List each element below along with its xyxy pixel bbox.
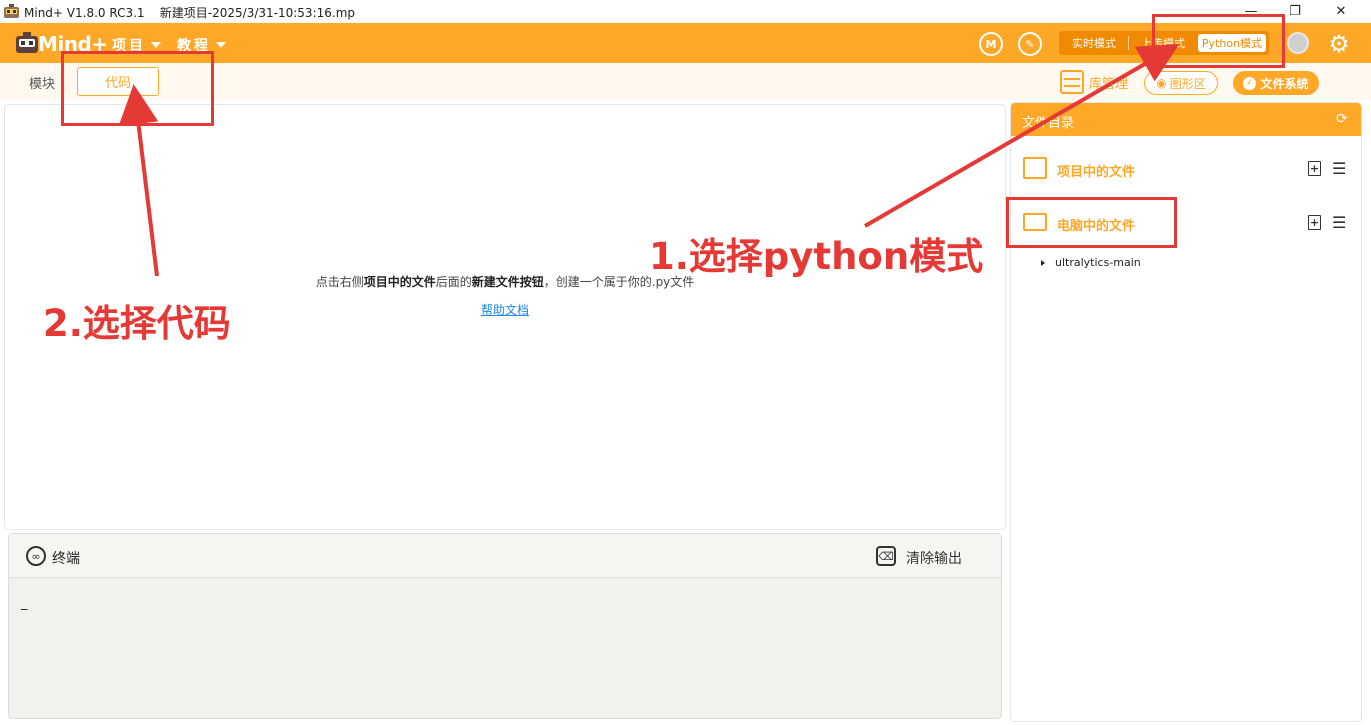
device-connect-icon[interactable]: M [979, 32, 1003, 56]
hint-new-file-button: 新建文件按钮 [471, 275, 544, 289]
target-icon: ◉ [1156, 76, 1167, 90]
tree-folder-item[interactable]: ultralytics-main [1041, 256, 1141, 269]
window-title: Mind+ V1.8.0 RC3.1 新建项目-2025/3/31-10:53:… [24, 6, 356, 20]
library-icon [1060, 70, 1084, 94]
hint-project-files: 项目中的文件 [363, 275, 436, 289]
file-system-button[interactable]: ✓ 文件系统 [1233, 71, 1319, 95]
file-panel-title: 文件目录 [1022, 116, 1075, 131]
annotation-box-python [1152, 14, 1285, 68]
close-button[interactable]: ✕ [1318, 0, 1364, 23]
chevron-down-icon [151, 42, 161, 48]
annotation-box-computer-files [1006, 197, 1177, 248]
graph-area-button[interactable]: ◉ 图形区 [1144, 71, 1218, 95]
caret-right-icon [1041, 259, 1045, 266]
realtime-mode-button[interactable]: 实时模式 [1063, 34, 1125, 52]
menu-icon[interactable]: ☰ [1332, 161, 1346, 177]
menu-icon[interactable]: ☰ [1332, 215, 1346, 231]
new-file-icon[interactable]: + [1308, 215, 1321, 230]
mind-plus-app-icon [3, 3, 20, 19]
file-panel-header: 文件目录 ⟳ [1011, 103, 1361, 136]
project-files-section[interactable]: 项目中的文件 + ☰ [1011, 149, 1361, 189]
library-manager-label: 库管理 [1089, 76, 1129, 92]
project-files-label: 项目中的文件 [1057, 165, 1136, 180]
annotation-step1: 1.选择python模式 [649, 235, 984, 278]
terminal-label: 终端 [52, 551, 80, 567]
annotation-step2: 2.选择代码 [43, 302, 231, 345]
clear-output-button[interactable]: 清除输出 [906, 548, 962, 568]
check-icon: ✓ [1243, 76, 1257, 90]
mode-divider [1128, 36, 1129, 50]
tree-folder-label: ultralytics-main [1055, 256, 1141, 269]
file-system-label: 文件系统 [1260, 76, 1309, 91]
hint-text: 后面的 [435, 275, 472, 289]
folder-list-icon [1023, 157, 1047, 179]
library-manager-button[interactable]: 库管理 [1060, 69, 1128, 95]
terminal-cursor[interactable]: _ [21, 596, 28, 611]
refresh-icon[interactable]: ⟳ [1336, 111, 1352, 127]
terminal-header: ∞ 终端 ⌫ 清除输出 [9, 534, 1001, 578]
file-directory-panel: 文件目录 ⟳ 项目中的文件 + ☰ 电脑中的文件 + ☰ ultralytics… [1010, 102, 1362, 722]
annotation-box-code [61, 51, 214, 126]
hint-text: 点击右侧 [315, 275, 364, 289]
new-file-icon[interactable]: + [1308, 161, 1321, 176]
avatar[interactable] [1287, 32, 1309, 54]
terminal-panel: ∞ 终端 ⌫ 清除输出 _ [8, 533, 1002, 719]
chevron-down-icon [216, 42, 226, 48]
broom-icon[interactable]: ⌫ [876, 546, 896, 566]
graph-area-label: 图形区 [1169, 76, 1206, 91]
link-icon: ∞ [26, 546, 46, 566]
gear-icon[interactable]: ⚙ [1326, 31, 1352, 57]
edit-icon[interactable]: ✎ [1018, 32, 1042, 56]
